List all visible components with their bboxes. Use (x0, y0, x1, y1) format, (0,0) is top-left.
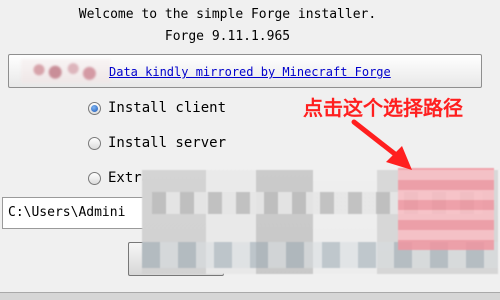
window-bottom-edge (0, 292, 500, 300)
radio-extract[interactable] (88, 171, 101, 185)
option-install-server[interactable]: Install server (88, 132, 226, 154)
radio-install-server[interactable] (88, 136, 101, 150)
path-select-button-blurred[interactable] (398, 168, 494, 250)
welcome-text: Welcome to the simple Forge installer. (78, 7, 377, 22)
radio-install-client[interactable] (88, 101, 101, 115)
version-text: Forge 9.11.1.965 (164, 29, 291, 44)
install-server-label: Install server (108, 135, 227, 151)
install-path-value: C:\Users\Admini (8, 205, 126, 220)
annotation-arrow-icon (351, 119, 412, 170)
arrow-shaft (351, 119, 403, 161)
install-client-label: Install client (108, 100, 227, 116)
option-extract[interactable]: Extra (88, 167, 150, 189)
option-install-client[interactable]: Install client (88, 97, 226, 119)
mirror-banner[interactable]: Data kindly mirrored by Minecraft Forge (8, 54, 482, 88)
forge-logo-icon (21, 59, 111, 83)
mirror-link[interactable]: Data kindly mirrored by Minecraft Forge (109, 64, 391, 80)
annotation-text: 点击这个选择路径 (303, 96, 463, 120)
